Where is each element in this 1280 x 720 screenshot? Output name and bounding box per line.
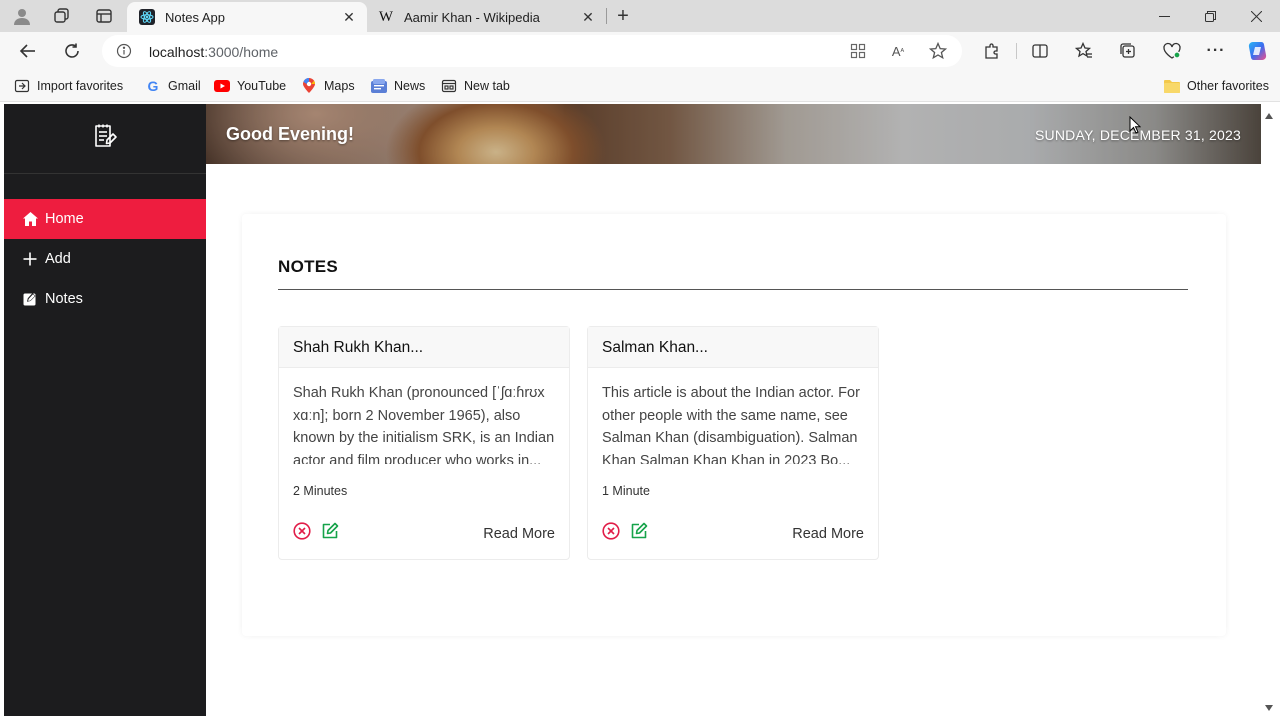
favorites-icon[interactable] (1070, 37, 1098, 65)
read-more-link[interactable]: Read More (792, 526, 864, 542)
other-favorites[interactable]: Other favorites (1164, 77, 1269, 95)
read-aloud-icon[interactable]: Aᴬ (888, 41, 908, 61)
tab-actions-icon[interactable] (94, 6, 114, 26)
delete-icon[interactable] (293, 522, 311, 540)
sidebar-item-home[interactable]: Home (4, 199, 206, 239)
import-icon (14, 78, 30, 94)
scroll-up-arrow[interactable] (1264, 108, 1274, 119)
note-title: Salman Khan... (588, 327, 878, 368)
url-text: localhost:3000/home (149, 44, 278, 60)
address-bar[interactable]: localhost:3000/home Aᴬ (102, 35, 962, 67)
extensions-icon[interactable] (978, 37, 1006, 65)
folder-icon (1164, 78, 1180, 94)
react-icon (139, 9, 155, 25)
edit-icon[interactable] (630, 522, 648, 540)
mouse-cursor-icon (1129, 115, 1142, 134)
favorite-label: New tab (464, 79, 510, 93)
back-button[interactable] (14, 37, 42, 65)
edit-icon[interactable] (321, 522, 339, 540)
url-host: localhost (149, 44, 205, 60)
browser-essentials-icon[interactable] (1158, 37, 1186, 65)
plus-icon (22, 251, 38, 267)
page-title: NOTES (278, 257, 339, 276)
favorite-label: Gmail (168, 79, 201, 93)
delete-icon[interactable] (602, 522, 620, 540)
note-card: Shah Rukh Khan... Shah Rukh Khan (pronou… (278, 326, 570, 560)
tab-wikipedia[interactable]: W Aamir Khan - Wikipedia ✕ (366, 2, 606, 32)
favorites-bar: Import favorites G Gmail YouTube Maps Ne… (0, 70, 1280, 102)
note-actions (602, 522, 648, 540)
note-excerpt: Shah Rukh Khan (pronounced [ˈʃɑːɦrʊx xɑː… (293, 385, 555, 464)
newtab-icon (441, 78, 457, 94)
refresh-button[interactable] (58, 37, 86, 65)
url-path: :3000/home (204, 44, 279, 60)
copilot-icon[interactable] (1244, 37, 1272, 65)
app-sidebar: Home Add Notes (4, 104, 206, 716)
app-logo[interactable] (4, 104, 206, 174)
tab-title: Aamir Khan - Wikipedia (404, 9, 540, 25)
title-divider (278, 289, 1188, 290)
page-viewport: Home Add Notes Good Evening! SUNDAY, DEC… (4, 104, 1262, 716)
toolbar-separator (1016, 43, 1017, 59)
favorite-label: Maps (324, 79, 355, 93)
split-screen-icon[interactable] (1026, 37, 1054, 65)
sidebar-item-label: Add (45, 251, 71, 267)
note-card: Salman Khan... This article is about the… (587, 326, 879, 560)
favorite-star-icon[interactable] (928, 41, 948, 61)
favorite-label: Other favorites (1187, 79, 1269, 93)
browser-tab-strip: Notes App ✕ W Aamir Khan - Wikipedia ✕ + (0, 0, 1280, 32)
favorite-news[interactable]: News (371, 77, 425, 95)
youtube-icon (214, 78, 230, 94)
tab-separator (606, 8, 607, 24)
favorite-youtube[interactable]: YouTube (214, 77, 286, 95)
sidebar-item-notes[interactable]: Notes (4, 279, 206, 319)
favorite-label: News (394, 79, 426, 93)
close-window-button[interactable] (1233, 0, 1279, 32)
favorite-import[interactable]: Import favorites (14, 77, 123, 95)
minimize-button[interactable] (1141, 0, 1187, 32)
favorite-gmail[interactable]: G Gmail (145, 77, 201, 95)
note-actions (293, 522, 339, 540)
note-title: Shah Rukh Khan... (279, 327, 569, 368)
home-icon (22, 211, 38, 227)
notepad-icon (91, 122, 119, 155)
note-excerpt: This article is about the Indian actor. … (602, 385, 860, 464)
restore-button[interactable] (1187, 0, 1233, 32)
profile-icon[interactable] (12, 6, 32, 26)
site-info-icon[interactable] (116, 43, 132, 59)
new-tab-button[interactable]: + (612, 5, 634, 27)
scroll-down-arrow[interactable] (1264, 700, 1274, 711)
note-icon (22, 291, 38, 307)
header-banner: Good Evening! SUNDAY, DECEMBER 31, 2023 (206, 104, 1261, 164)
favorite-label: YouTube (237, 79, 287, 93)
sidebar-item-label: Notes (45, 291, 83, 307)
tab-notes-app[interactable]: Notes App ✕ (127, 2, 367, 32)
greeting-text: Good Evening! (226, 124, 354, 144)
favorite-new-tab[interactable]: New tab (441, 77, 510, 95)
sidebar-item-label: Home (45, 211, 84, 227)
close-tab-icon[interactable]: ✕ (580, 9, 596, 25)
tab-title: Notes App (165, 9, 225, 25)
read-time: 2 Minutes (293, 484, 348, 498)
read-time: 1 Minute (602, 484, 650, 498)
workspaces-icon[interactable] (52, 6, 72, 26)
browser-toolbar: localhost:3000/home Aᴬ ··· (0, 32, 1280, 70)
read-more-link[interactable]: Read More (483, 526, 555, 542)
favorite-label: Import favorites (37, 79, 124, 93)
news-icon (371, 78, 387, 94)
collections-icon[interactable] (1114, 37, 1142, 65)
google-icon: G (147, 78, 159, 94)
sidebar-item-add[interactable]: Add (4, 239, 206, 279)
more-options-icon[interactable]: ··· (1202, 37, 1230, 65)
close-tab-icon[interactable]: ✕ (341, 9, 357, 25)
favorite-maps[interactable]: Maps (301, 77, 355, 95)
app-available-icon[interactable] (848, 41, 868, 61)
wikipedia-icon: W (378, 8, 394, 25)
notes-panel: NOTES Shah Rukh Khan... Shah Rukh Khan (… (242, 214, 1226, 636)
maps-icon (301, 78, 317, 94)
